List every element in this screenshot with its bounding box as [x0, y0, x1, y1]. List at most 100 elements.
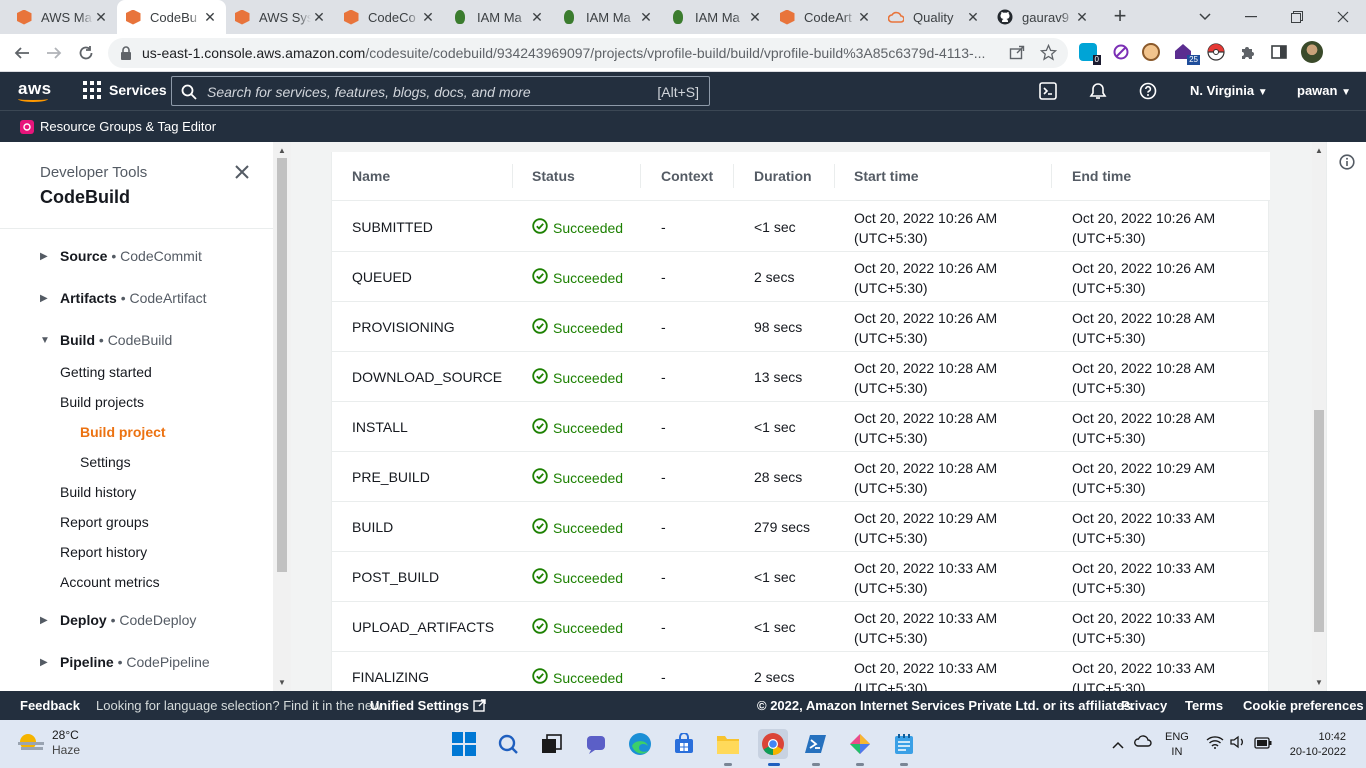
- column-header-status[interactable]: Status: [532, 168, 575, 184]
- forward-button[interactable]: [40, 39, 68, 67]
- column-header-duration[interactable]: Duration: [754, 168, 812, 184]
- tab-close-icon[interactable]: ✕: [93, 9, 109, 25]
- sidenav-group-artifacts[interactable]: ▶ Artifacts • CodeArtifact: [40, 290, 207, 306]
- house-extension-icon[interactable]: 25: [1173, 41, 1200, 65]
- reload-button[interactable]: [72, 39, 100, 67]
- sidenav-scroll-thumb[interactable]: [277, 158, 287, 572]
- tab-close-icon[interactable]: ✕: [965, 9, 981, 25]
- sidenav-section-label[interactable]: Developer Tools: [40, 164, 147, 181]
- aws-search-input[interactable]: Search for services, features, blogs, do…: [171, 76, 710, 106]
- profile-avatar[interactable]: [1301, 41, 1323, 63]
- side-panel-icon[interactable]: [1268, 41, 1290, 63]
- browser-tab[interactable]: IAM Ma ✕: [444, 0, 553, 34]
- edge-browser-icon[interactable]: [626, 730, 654, 758]
- main-scrollbar[interactable]: ▲ ▼: [1312, 142, 1326, 691]
- browser-tab[interactable]: IAM Ma ✕: [553, 0, 662, 34]
- sidenav-group-source[interactable]: ▶ Source • CodeCommit: [40, 248, 202, 264]
- column-header-name[interactable]: Name: [352, 168, 390, 184]
- tab-close-icon[interactable]: ✕: [856, 9, 872, 25]
- column-header-start-time[interactable]: Start time: [854, 168, 919, 184]
- resource-groups-link[interactable]: Resource Groups & Tag Editor: [20, 119, 216, 134]
- tab-close-icon[interactable]: ✕: [420, 9, 436, 25]
- tab-search-button[interactable]: [1182, 0, 1228, 34]
- powershell-icon[interactable]: [802, 730, 830, 758]
- clock[interactable]: 10:42 20-10-2022: [1286, 730, 1346, 760]
- volume-icon[interactable]: [1230, 735, 1246, 752]
- tab-close-icon[interactable]: ✕: [529, 9, 545, 25]
- onedrive-icon[interactable]: [1134, 734, 1152, 750]
- browser-tab[interactable]: IAM Ma ✕: [662, 0, 771, 34]
- browser-tab[interactable]: Quality ✕: [880, 0, 989, 34]
- scroll-down-icon[interactable]: ▼: [278, 678, 286, 687]
- browser-tab[interactable]: CodeArt ✕: [771, 0, 880, 34]
- sidenav-item-build-history[interactable]: Build history: [60, 484, 136, 500]
- scroll-up-icon[interactable]: ▲: [278, 146, 286, 155]
- sidenav-group-pipeline[interactable]: ▶ Pipeline • CodePipeline: [40, 654, 210, 670]
- extension-badge-icon[interactable]: 0: [1077, 41, 1101, 65]
- app-diamond-icon[interactable]: [846, 730, 874, 758]
- restore-button[interactable]: [1274, 0, 1320, 34]
- browser-tab[interactable]: AWS Ma ✕: [8, 0, 117, 34]
- lock-icon[interactable]: [120, 46, 132, 63]
- account-menu[interactable]: pawan ▼: [1297, 83, 1351, 98]
- start-button[interactable]: [450, 730, 478, 758]
- back-button[interactable]: [8, 39, 36, 67]
- cartoon-extension-icon[interactable]: [1140, 41, 1162, 63]
- browser-tab[interactable]: CodeCo ✕: [335, 0, 444, 34]
- tab-close-icon[interactable]: ✕: [747, 9, 763, 25]
- sidenav-item-build-projects[interactable]: Build projects: [60, 394, 144, 410]
- info-icon[interactable]: [1339, 154, 1355, 173]
- sidenav-group-build[interactable]: ▼ Build • CodeBuild: [40, 332, 172, 348]
- store-icon[interactable]: [670, 730, 698, 758]
- sidenav-item-account-metrics[interactable]: Account metrics: [60, 574, 160, 590]
- notepad-icon[interactable]: [890, 730, 918, 758]
- close-window-button[interactable]: [1320, 0, 1366, 34]
- wifi-icon[interactable]: [1206, 735, 1224, 752]
- region-selector[interactable]: N. Virginia ▼: [1190, 83, 1268, 98]
- browser-tab[interactable]: CodeBu ✕: [117, 0, 226, 34]
- file-explorer-icon[interactable]: [714, 730, 742, 758]
- tab-close-icon[interactable]: ✕: [311, 9, 327, 25]
- battery-icon[interactable]: [1254, 736, 1272, 752]
- sidenav-group-deploy[interactable]: ▶ Deploy • CodeDeploy: [40, 612, 196, 628]
- share-icon[interactable]: [1006, 41, 1028, 63]
- scroll-up-icon[interactable]: ▲: [1315, 146, 1323, 155]
- weather-widget[interactable]: 28°C Haze: [18, 728, 80, 758]
- bookmark-star-icon[interactable]: [1037, 41, 1059, 63]
- column-header-end-time[interactable]: End time: [1072, 168, 1131, 184]
- task-view-icon[interactable]: [538, 730, 566, 758]
- browser-tab[interactable]: gaurav9 ✕: [989, 0, 1098, 34]
- tab-close-icon[interactable]: ✕: [638, 9, 654, 25]
- tab-close-icon[interactable]: ✕: [202, 9, 218, 25]
- bell-icon[interactable]: [1088, 81, 1108, 101]
- sidenav-item-settings[interactable]: Settings: [80, 454, 131, 470]
- sidenav-item-report-groups[interactable]: Report groups: [60, 514, 149, 530]
- language-indicator[interactable]: ENG IN: [1165, 730, 1189, 760]
- column-header-context[interactable]: Context: [661, 168, 713, 184]
- sidenav-scrollbar[interactable]: ▲ ▼: [273, 142, 291, 691]
- new-tab-button[interactable]: +: [1108, 5, 1132, 29]
- services-menu-button[interactable]: Services: [83, 81, 167, 99]
- pokeball-extension-icon[interactable]: [1205, 41, 1227, 63]
- sidenav-title[interactable]: CodeBuild: [40, 187, 147, 208]
- taskbar-search-icon[interactable]: [494, 730, 522, 758]
- sidenav-item-report-history[interactable]: Report history: [60, 544, 147, 560]
- chrome-icon[interactable]: [758, 729, 788, 759]
- cookie-preferences-link[interactable]: Cookie preferences: [1243, 698, 1364, 713]
- feedback-link[interactable]: Feedback: [20, 698, 80, 713]
- privacy-link[interactable]: Privacy: [1121, 698, 1167, 713]
- close-icon[interactable]: [234, 164, 252, 182]
- sidenav-item-getting-started[interactable]: Getting started: [60, 364, 152, 380]
- scroll-down-icon[interactable]: ▼: [1315, 678, 1323, 687]
- cloudshell-icon[interactable]: [1038, 81, 1058, 101]
- block-extension-icon[interactable]: [1110, 41, 1132, 63]
- terms-link[interactable]: Terms: [1185, 698, 1223, 713]
- minimize-button[interactable]: [1228, 0, 1274, 34]
- address-bar[interactable]: us-east-1.console.aws.amazon.com/codesui…: [108, 38, 1068, 68]
- aws-logo[interactable]: aws: [18, 79, 52, 102]
- main-scroll-thumb[interactable]: [1314, 410, 1324, 632]
- sidenav-item-build-project[interactable]: Build project: [80, 424, 166, 440]
- unified-settings-link[interactable]: Unified Settings: [370, 698, 486, 713]
- show-hidden-icons[interactable]: [1112, 736, 1124, 752]
- browser-tab[interactable]: AWS Sys ✕: [226, 0, 335, 34]
